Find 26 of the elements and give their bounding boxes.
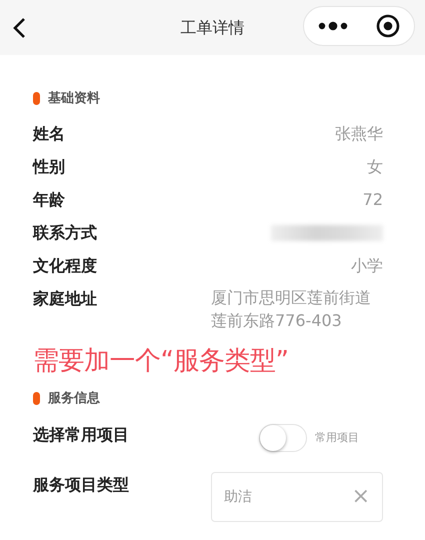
toggle-switch[interactable]	[259, 424, 307, 452]
section-title: 基础资料	[48, 90, 100, 108]
more-icon[interactable]	[318, 21, 348, 31]
section-marker	[33, 92, 40, 106]
field-label: 文化程度	[33, 254, 98, 276]
address-value: 厦门市思明区莲前街道莲前东路776-403	[211, 286, 372, 332]
page-title: 工单详情	[180, 16, 244, 38]
toggle-caption: 常用项目	[315, 430, 359, 446]
clear-button[interactable]: ×	[352, 486, 370, 508]
field-label: 年龄	[33, 188, 66, 210]
annotation-text: 需要加一个“服务类型”	[32, 344, 290, 378]
field-label: 家庭地址	[33, 288, 98, 310]
field-label: 服务项目类型	[33, 474, 130, 496]
section-marker	[33, 392, 40, 405]
field-value: 小学	[350, 254, 383, 276]
field-label: 联系方式	[33, 222, 98, 244]
field-value: 72	[362, 188, 383, 210]
section-title: 服务信息	[48, 390, 100, 408]
field-label: 姓名	[33, 122, 66, 144]
field-label: 选择常用项目	[33, 424, 130, 446]
field-value: 张燕华	[334, 122, 383, 144]
field-value: 女	[366, 156, 383, 178]
select-value: 助洁	[224, 488, 252, 506]
select-field[interactable]: 助洁 ×	[211, 472, 383, 522]
back-icon[interactable]	[12, 17, 26, 39]
field-label: 性别	[33, 156, 66, 178]
